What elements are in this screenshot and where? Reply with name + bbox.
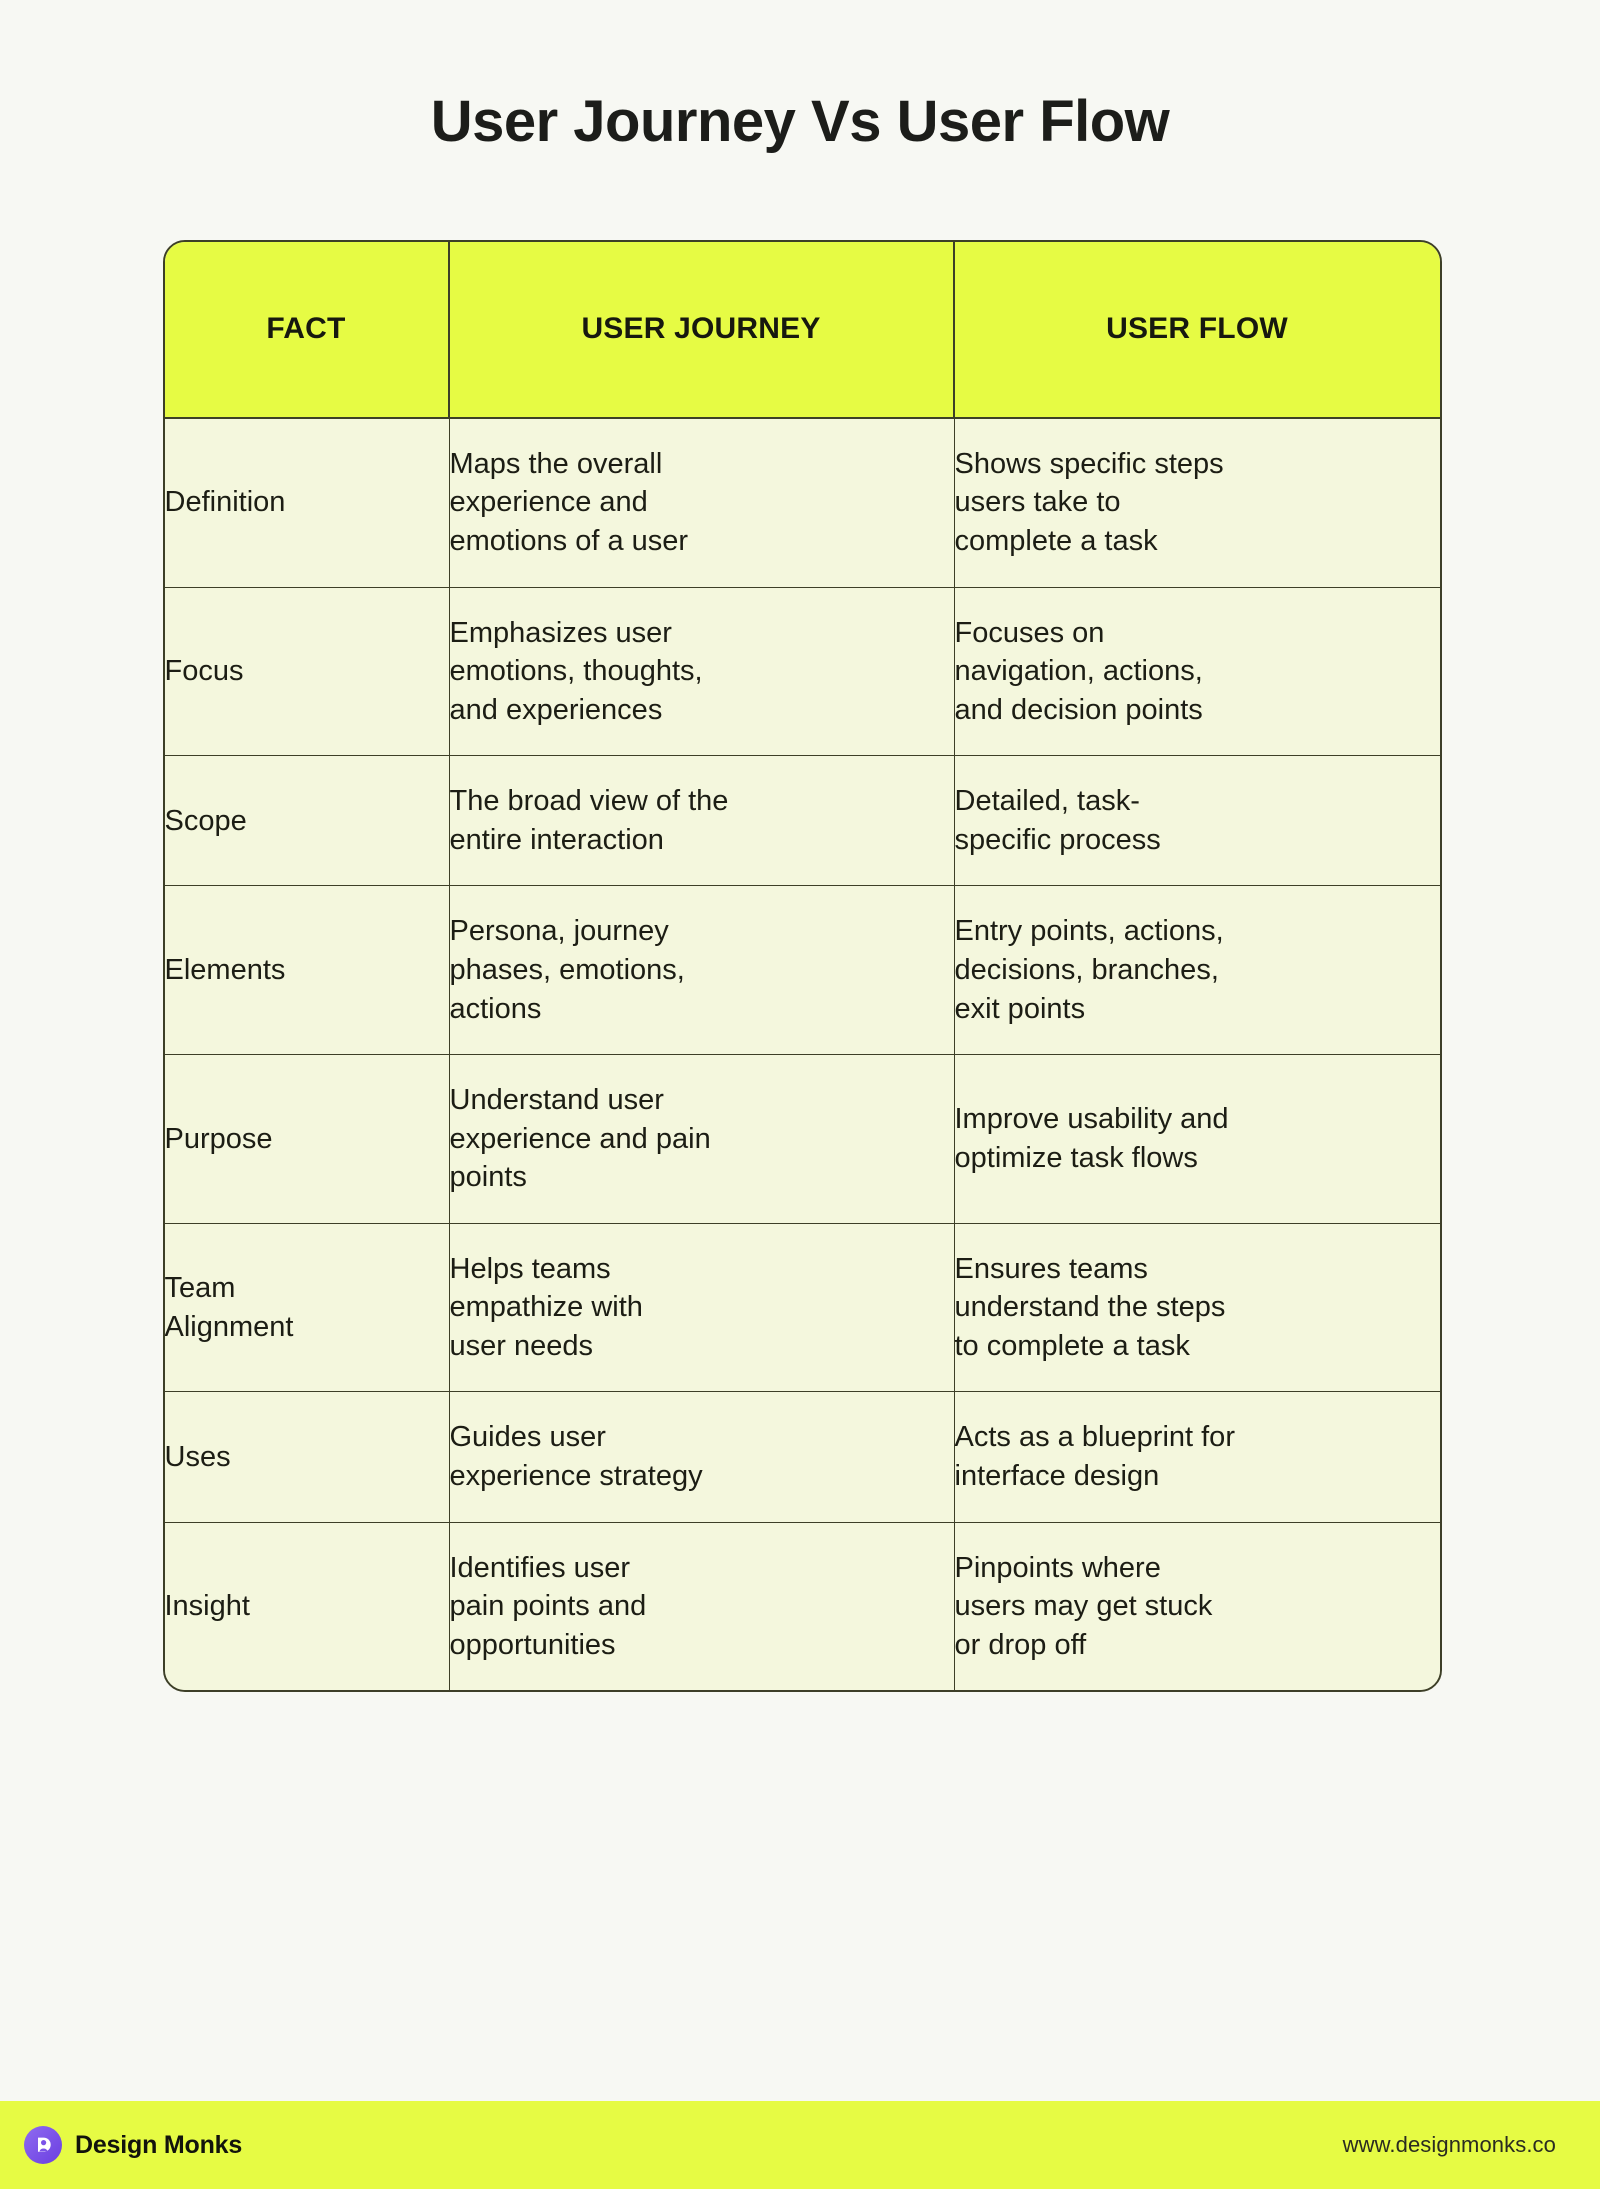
user-flow-text: Improve usability and optimize task flow… (954, 1103, 1229, 1174)
user-flow-text: Shows specific steps users take to compl… (954, 447, 1224, 558)
table-row: Team Alignment Helps teams empathize wit… (164, 1223, 1440, 1393)
cell-user-flow: Improve usability and optimize task flow… (954, 1055, 1440, 1224)
user-journey-text: Understand user experience and pain poin… (449, 1084, 711, 1194)
user-flow-text: Acts as a blueprint for interface design (954, 1421, 1235, 1493)
column-header-user-flow: USER FLOW (954, 241, 1440, 419)
table-body: Definition Maps the overall experience a… (164, 418, 1440, 1691)
site-url[interactable]: www.designmonks.co (1343, 2132, 1556, 2158)
cell-user-journey: Understand user experience and pain poin… (449, 1055, 955, 1224)
user-journey-text: Emphasizes user emotions, thoughts, and … (449, 616, 703, 726)
fact-label: Focus (164, 655, 244, 688)
user-journey-text: The broad view of the entire interaction (449, 785, 729, 856)
cell-user-journey: Emphasizes user emotions, thoughts, and … (449, 587, 955, 757)
fact-label: Insight (164, 1590, 250, 1623)
cell-fact: Scope (164, 756, 450, 887)
cell-user-journey: Guides user experience strategy (449, 1392, 955, 1523)
cell-fact: Focus (164, 587, 450, 757)
brand-name: Design Monks (75, 2130, 243, 2159)
table-row: Insight Identifies user pain points and … (164, 1522, 1440, 1691)
cell-user-flow: Ensures teams understand the steps to co… (954, 1223, 1440, 1393)
cell-fact: Team Alignment (164, 1223, 450, 1393)
fact-label: Team Alignment (164, 1272, 294, 1343)
cell-user-journey: Identifies user pain points and opportun… (449, 1522, 955, 1691)
table-row: Definition Maps the overall experience a… (164, 418, 1440, 588)
page-title: User Journey Vs User Flow (430, 89, 1170, 154)
user-journey-text: Guides user experience strategy (449, 1421, 703, 1493)
cell-user-flow: Pinpoints where users may get stuck or d… (954, 1522, 1440, 1691)
user-journey-text: Identifies user pain points and opportun… (449, 1551, 647, 1661)
comparison-table-container: FACT USER JOURNEY USER FLOW Definition M… (162, 239, 1442, 1693)
cell-user-flow: Acts as a blueprint for interface design (954, 1392, 1440, 1523)
cell-fact: Insight (164, 1522, 450, 1691)
fact-label: Purpose (164, 1122, 273, 1155)
user-flow-text: Detailed, task- specific process (954, 785, 1161, 856)
cell-user-flow: Entry points, actions, decisions, branch… (954, 886, 1440, 1056)
fact-label: Scope (164, 804, 247, 837)
table-row: Focus Emphasizes user emotions, thoughts… (164, 587, 1440, 757)
design-monks-logo-icon (24, 2126, 62, 2164)
table-header: FACT USER JOURNEY USER FLOW (164, 241, 1440, 419)
fact-label: Uses (164, 1440, 231, 1473)
cell-user-journey: The broad view of the entire interaction (449, 756, 955, 887)
table-row: Elements Persona, journey phases, emotio… (164, 886, 1440, 1056)
user-journey-text: Maps the overall experience and emotions… (449, 447, 689, 558)
cell-user-journey: Persona, journey phases, emotions, actio… (449, 886, 955, 1056)
cell-user-journey: Helps teams empathize with user needs (449, 1223, 955, 1393)
cell-fact: Definition (164, 418, 450, 588)
user-flow-text: Ensures teams understand the steps to co… (954, 1252, 1226, 1362)
cell-user-journey: Maps the overall experience and emotions… (449, 418, 955, 588)
user-flow-text: Entry points, actions, decisions, branch… (954, 915, 1224, 1025)
table-row: Purpose Understand user experience and p… (164, 1055, 1440, 1224)
cell-user-flow: Focuses on navigation, actions, and deci… (954, 587, 1440, 757)
fact-label: Definition (164, 486, 286, 519)
user-journey-text: Helps teams empathize with user needs (449, 1252, 643, 1362)
cell-fact: Elements (164, 886, 450, 1056)
user-journey-text: Persona, journey phases, emotions, actio… (449, 915, 685, 1025)
table-row: Uses Guides user experience strategy Act… (164, 1392, 1440, 1523)
comparison-table: FACT USER JOURNEY USER FLOW Definition M… (162, 239, 1442, 1693)
column-header-user-journey: USER JOURNEY (449, 241, 955, 419)
user-flow-text: Pinpoints where users may get stuck or d… (954, 1551, 1213, 1661)
footer-bar: Design Monks www.designmonks.co (0, 2101, 1600, 2189)
cell-fact: Purpose (164, 1055, 450, 1224)
table-header-row: FACT USER JOURNEY USER FLOW (164, 241, 1440, 419)
cell-user-flow: Shows specific steps users take to compl… (954, 418, 1440, 588)
brand-block: Design Monks (24, 2126, 242, 2164)
fact-label: Elements (164, 953, 286, 986)
column-header-fact: FACT (164, 241, 450, 419)
cell-user-flow: Detailed, task- specific process (954, 756, 1440, 887)
user-flow-text: Focuses on navigation, actions, and deci… (954, 616, 1203, 726)
table-row: Scope The broad view of the entire inter… (164, 756, 1440, 887)
infographic-page: User Journey Vs User Flow FACT USER JOUR… (0, 0, 1600, 2189)
cell-fact: Uses (164, 1392, 450, 1523)
title-section: User Journey Vs User Flow (0, 0, 1600, 153)
